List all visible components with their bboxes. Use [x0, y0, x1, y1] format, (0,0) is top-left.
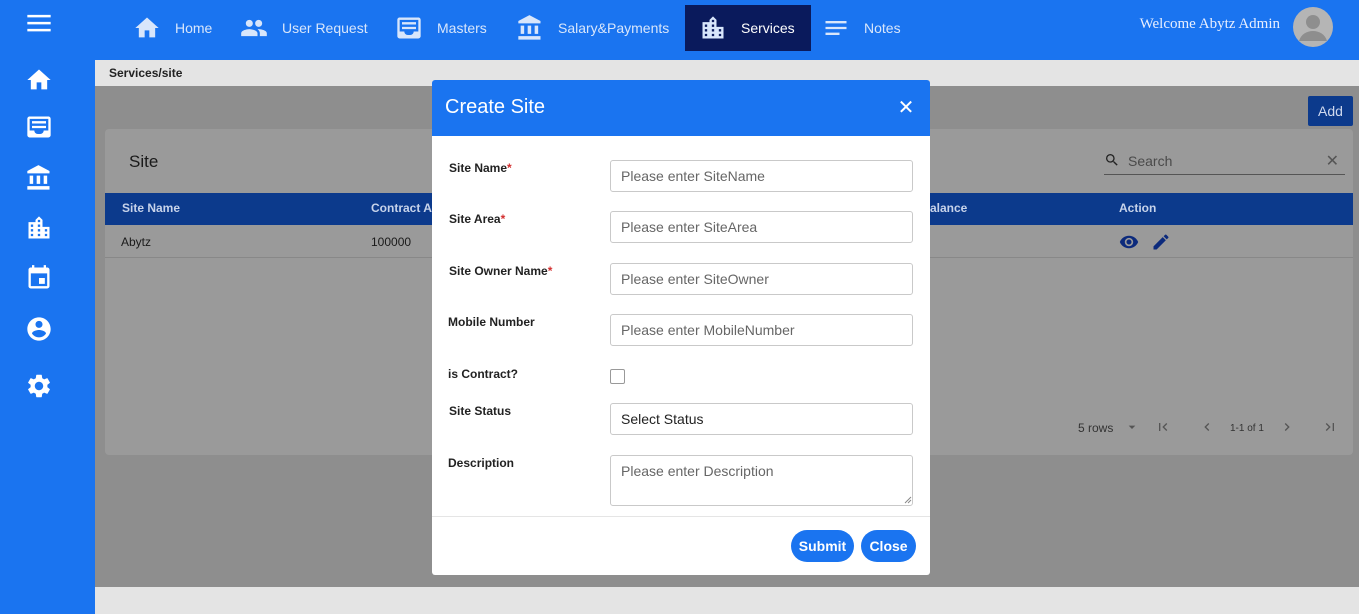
site-status-select[interactable]: Select Status — [610, 403, 913, 435]
dropdown-arrow-icon[interactable] — [1124, 419, 1140, 435]
prev-page-icon[interactable] — [1199, 419, 1215, 435]
column-header-action: Action — [1119, 201, 1157, 215]
people-icon — [241, 19, 267, 37]
cell-site-name: Abytz — [121, 235, 152, 249]
nav-masters[interactable]: Masters — [395, 5, 487, 51]
page-range-text: 1-1 of 1 — [1230, 423, 1264, 434]
site-owner-label: Site Owner Name* — [449, 264, 552, 278]
site-owner-label-text: Site Owner Name — [449, 264, 548, 278]
clear-search-icon[interactable]: ✕ — [1326, 151, 1339, 171]
home-icon — [135, 17, 159, 38]
site-area-label-text: Site Area — [449, 212, 501, 226]
search-icon — [1104, 152, 1120, 168]
menu-icon[interactable] — [24, 8, 54, 38]
close-button[interactable]: Close — [861, 530, 916, 562]
welcome-text: Welcome Abytz Admin — [1139, 16, 1280, 32]
building-icon[interactable] — [24, 213, 54, 243]
is-contract-checkbox[interactable] — [610, 369, 625, 384]
user-avatar-icon — [1299, 15, 1327, 41]
mobile-number-input[interactable] — [610, 314, 913, 346]
cell-contract-amount: 100000 — [371, 235, 412, 249]
card-title: Site — [129, 152, 159, 171]
required-marker: * — [500, 212, 506, 226]
building-icon — [702, 16, 724, 39]
modal-footer-divider — [432, 516, 930, 517]
column-header-balance[interactable]: alance — [930, 201, 967, 215]
site-status-label: Site Status — [449, 404, 512, 418]
notes-icon — [825, 21, 847, 35]
site-name-label-text: Site Name — [449, 161, 508, 175]
add-button[interactable]: Add — [1308, 96, 1353, 126]
resize-grip-icon[interactable] — [904, 496, 912, 504]
bank-icon[interactable] — [24, 163, 54, 193]
create-site-modal: Create Site ✕ Site Name* Site Area* Site… — [432, 80, 930, 575]
nav-masters-label: Masters — [437, 20, 487, 36]
next-page-icon[interactable] — [1279, 419, 1295, 435]
inbox-icon — [397, 17, 421, 39]
modal-close-icon[interactable]: ✕ — [896, 98, 916, 118]
edit-icon[interactable] — [1151, 232, 1171, 252]
nav-services-label: Services — [741, 20, 795, 36]
nav-notes[interactable]: Notes — [822, 5, 901, 51]
nav-user-request[interactable]: User Request — [240, 5, 368, 51]
search-box: ✕ — [1104, 148, 1345, 175]
mobile-number-label: Mobile Number — [448, 315, 535, 329]
submit-button[interactable]: Submit — [791, 530, 854, 562]
calendar-icon[interactable] — [24, 263, 54, 293]
nav-salary-payments-label: Salary&Payments — [558, 20, 670, 36]
modal-header: Create Site ✕ — [432, 80, 930, 136]
top-navbar: Home User Request Masters Salary&Payment… — [95, 0, 1359, 60]
required-marker: * — [547, 264, 553, 278]
first-page-icon[interactable] — [1155, 419, 1171, 435]
is-contract-label: is Contract? — [448, 367, 519, 381]
nav-notes-label: Notes — [864, 20, 901, 36]
rows-per-page-select[interactable]: 5 rows — [1078, 421, 1113, 435]
column-header-site-name[interactable]: Site Name — [122, 201, 180, 215]
inbox-icon[interactable] — [24, 112, 54, 142]
nav-home-label: Home — [175, 20, 213, 36]
avatar[interactable] — [1293, 7, 1333, 47]
column-header-contract-amount[interactable]: Contract A — [371, 201, 432, 215]
nav-salary-payments[interactable]: Salary&Payments — [516, 5, 669, 51]
nav-user-request-label: User Request — [282, 20, 368, 36]
sidebar — [0, 0, 95, 614]
nav-services[interactable]: Services — [685, 5, 811, 51]
description-textarea[interactable] — [610, 455, 913, 506]
description-label: Description — [448, 456, 515, 470]
site-area-input[interactable] — [610, 211, 913, 243]
view-icon[interactable] — [1119, 232, 1139, 252]
site-name-label: Site Name* — [449, 161, 512, 175]
modal-title: Create Site — [445, 96, 546, 118]
nav-home[interactable]: Home — [133, 5, 212, 51]
home-icon[interactable] — [24, 65, 54, 95]
required-marker: * — [507, 161, 512, 175]
settings-icon[interactable] — [24, 371, 54, 401]
bank-icon — [518, 15, 541, 40]
site-name-input[interactable] — [610, 160, 913, 192]
page-footer-area — [95, 587, 1359, 614]
search-input[interactable] — [1128, 151, 1318, 171]
breadcrumb: Services/site — [109, 66, 183, 80]
account-icon[interactable] — [24, 314, 54, 344]
site-area-label: Site Area* — [449, 212, 505, 226]
site-owner-input[interactable] — [610, 263, 913, 295]
last-page-icon[interactable] — [1322, 419, 1338, 435]
